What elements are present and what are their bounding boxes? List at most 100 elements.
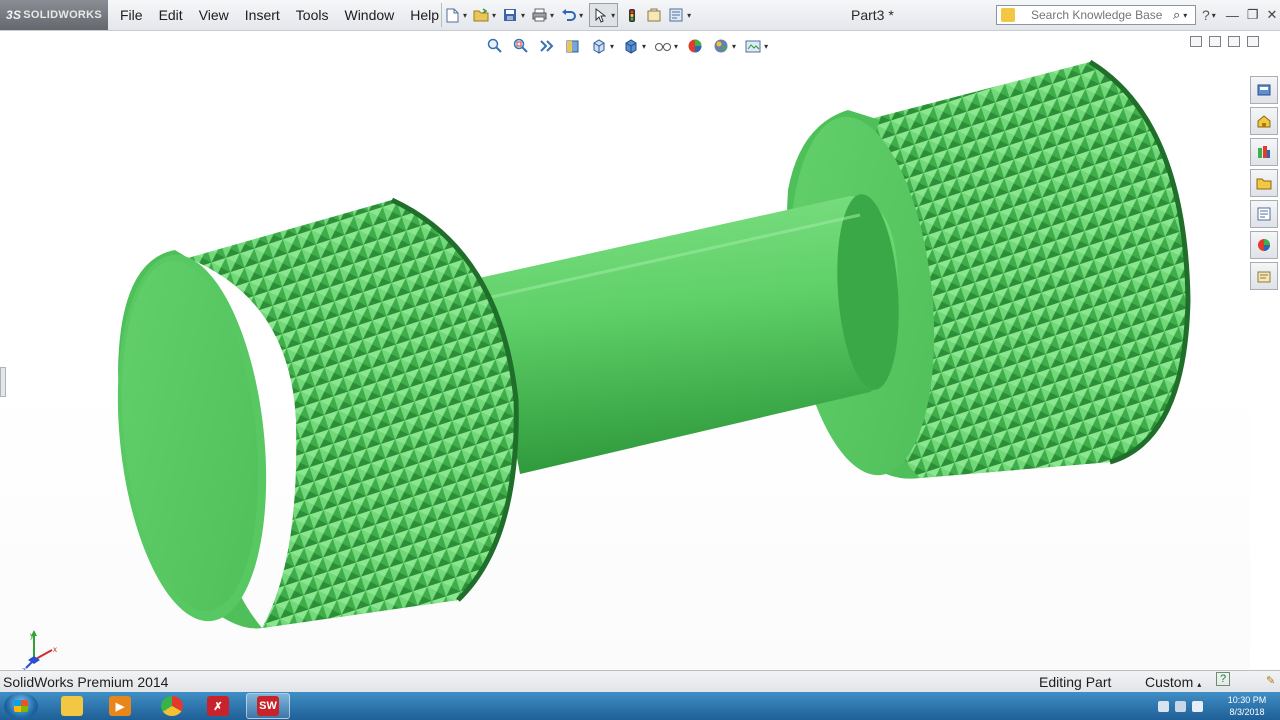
- chevron-down-icon[interactable]: ▾: [492, 11, 496, 20]
- save-icon: [502, 7, 518, 23]
- solidworks-logo[interactable]: 3S SOLIDWORKS: [0, 0, 108, 30]
- close-doc-icon[interactable]: [1247, 36, 1259, 47]
- custom-properties-icon[interactable]: [1250, 262, 1278, 290]
- chevron-down-icon[interactable]: ▾: [732, 42, 736, 51]
- section-view-icon[interactable]: [564, 37, 582, 55]
- print-button[interactable]: ▾: [531, 3, 554, 27]
- quick-tips-icon[interactable]: ?: [1216, 672, 1230, 686]
- chevron-down-icon[interactable]: ▾: [521, 11, 525, 20]
- save-button[interactable]: ▾: [502, 3, 525, 27]
- minimize-doc-icon[interactable]: [1228, 36, 1240, 47]
- undo-icon: [560, 7, 576, 23]
- chevron-down-icon[interactable]: ▾: [1183, 11, 1187, 20]
- design-library-icon[interactable]: [1250, 138, 1278, 166]
- chevron-down-icon[interactable]: ▾: [674, 42, 678, 51]
- chevron-down-icon[interactable]: ▾: [687, 11, 691, 20]
- unit-system[interactable]: Custom ▴: [1145, 674, 1201, 690]
- file-explorer-icon[interactable]: [1250, 169, 1278, 197]
- volume-icon[interactable]: [1192, 700, 1203, 712]
- undo-button[interactable]: ▾: [560, 3, 583, 27]
- search-icon[interactable]: ⌕: [1173, 7, 1180, 23]
- zoom-to-area-icon[interactable]: [512, 37, 530, 55]
- file-properties-button[interactable]: [646, 3, 662, 27]
- product-version: SolidWorks Premium 2014: [3, 674, 169, 690]
- brand-text: SOLIDWORKS: [23, 9, 103, 21]
- new-button[interactable]: ▾: [444, 3, 467, 27]
- rebuild-status-icon[interactable]: ✎: [1266, 674, 1275, 687]
- clock-time: 10:30 PM: [1227, 695, 1267, 705]
- chevron-down-icon[interactable]: ▾: [463, 11, 467, 20]
- chevron-down-icon[interactable]: ▾: [1212, 11, 1216, 20]
- menu-insert[interactable]: Insert: [237, 0, 288, 30]
- menu-divider: [441, 3, 442, 27]
- home-icon[interactable]: [1250, 107, 1278, 135]
- apply-scene-icon[interactable]: [712, 37, 730, 55]
- edit-appearance-icon[interactable]: [686, 37, 704, 55]
- pdf-reader-icon: ✗: [207, 696, 229, 716]
- menu-bar: File Edit View Insert Tools Window Help …: [112, 0, 459, 30]
- options-button[interactable]: ▾: [668, 3, 691, 27]
- feature-manager-handle[interactable]: [0, 367, 6, 397]
- help-icon[interactable]: ?: [1202, 7, 1210, 23]
- tile-icon[interactable]: [1190, 36, 1202, 47]
- minimize-icon[interactable]: —: [1226, 8, 1239, 23]
- solidworks-app-icon: SW: [257, 696, 279, 716]
- left-knob[interactable]: [101, 180, 540, 650]
- menu-window[interactable]: Window: [336, 0, 402, 30]
- solidworks-resources-icon[interactable]: [1250, 76, 1278, 104]
- chevron-down-icon[interactable]: ▾: [764, 42, 768, 51]
- restore-doc-icon[interactable]: [1209, 36, 1221, 47]
- select-button[interactable]: ▾: [589, 3, 619, 27]
- taskbar-solidworks[interactable]: SW: [246, 693, 290, 719]
- editing-mode: Editing Part: [1039, 674, 1112, 690]
- rebuild-button[interactable]: [624, 3, 640, 27]
- task-pane: [1250, 76, 1280, 293]
- menu-edit[interactable]: Edit: [151, 0, 191, 30]
- view-palette-icon[interactable]: [1250, 200, 1278, 228]
- unit-system-label: Custom: [1145, 674, 1194, 690]
- hide-show-items-icon[interactable]: [654, 37, 672, 55]
- chevron-down-icon[interactable]: ▾: [579, 11, 583, 20]
- open-button[interactable]: ▾: [473, 3, 496, 27]
- knurled-part-model[interactable]: [0, 31, 1250, 669]
- action-center-icon[interactable]: [1158, 700, 1169, 712]
- chevron-down-icon[interactable]: ▾: [550, 11, 554, 20]
- search-input[interactable]: [1019, 8, 1171, 22]
- chevron-down-icon[interactable]: ▾: [610, 42, 614, 51]
- ds-logo-icon: 3S: [6, 8, 22, 22]
- rebuild-icon: [624, 7, 640, 23]
- print-icon: [531, 7, 547, 23]
- clock[interactable]: 10:30 PM 8/3/2018: [1222, 694, 1272, 718]
- start-button[interactable]: [4, 693, 38, 719]
- menu-tools[interactable]: Tools: [288, 0, 337, 30]
- restore-icon[interactable]: ❐: [1247, 7, 1259, 23]
- taskbar-pdf-reader[interactable]: ✗: [196, 693, 240, 719]
- options-icon: [668, 7, 684, 23]
- close-icon[interactable]: ✕: [1266, 7, 1277, 23]
- menu-file[interactable]: File: [112, 0, 151, 30]
- clock-date: 8/3/2018: [1229, 707, 1265, 717]
- search-knowledge-base[interactable]: ⌕ ▾: [996, 5, 1196, 25]
- chrome-icon: [161, 696, 183, 716]
- menu-view[interactable]: View: [191, 0, 237, 30]
- display-style-icon[interactable]: [622, 37, 640, 55]
- taskbar-chrome[interactable]: [150, 693, 194, 719]
- zoom-to-fit-icon[interactable]: [486, 37, 504, 55]
- appearances-icon[interactable]: [1250, 231, 1278, 259]
- network-icon[interactable]: [1175, 700, 1186, 712]
- title-bar: 3S SOLIDWORKS File Edit View Insert Tool…: [0, 0, 1280, 31]
- triad-y-label: y: [30, 631, 34, 640]
- windows-taskbar: ▶ ✗ SW 10:30 PM 8/3/2018: [0, 692, 1280, 720]
- taskbar-explorer[interactable]: [50, 693, 94, 719]
- view-settings-icon[interactable]: [744, 37, 762, 55]
- view-orientation-icon[interactable]: [590, 37, 608, 55]
- new-icon: [444, 7, 460, 23]
- knowledge-base-icon: [1001, 8, 1015, 22]
- reference-triad: y x z: [22, 630, 57, 674]
- previous-view-icon[interactable]: [538, 37, 556, 55]
- taskbar-media-player[interactable]: ▶: [98, 693, 142, 719]
- chevron-down-icon[interactable]: ▾: [611, 11, 615, 20]
- document-window-controls: [1190, 36, 1266, 47]
- chevron-down-icon[interactable]: ▾: [642, 42, 646, 51]
- graphics-area[interactable]: y x z: [0, 31, 1250, 674]
